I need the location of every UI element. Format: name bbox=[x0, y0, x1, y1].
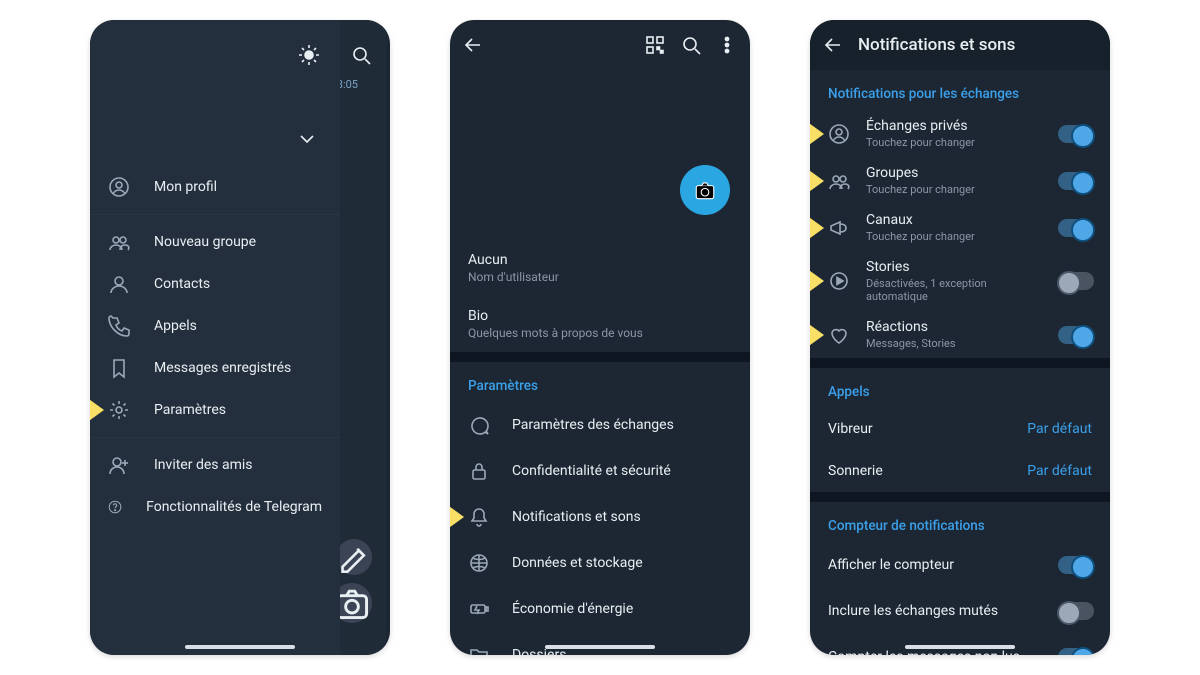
notif-channels[interactable]: CanauxTouchez pour changer bbox=[810, 204, 1110, 251]
user-icon bbox=[108, 273, 130, 295]
back-icon[interactable] bbox=[462, 34, 484, 56]
nav-bar-indicator bbox=[185, 645, 295, 649]
bell-icon bbox=[468, 506, 490, 528]
section-badge-counter: Compteur de notifications bbox=[810, 502, 1110, 542]
compose-button[interactable] bbox=[336, 539, 372, 575]
menu-contacts[interactable]: Contacts bbox=[90, 263, 340, 305]
username-row[interactable]: Aucun Nom d'utilisateur bbox=[450, 240, 750, 296]
notif-reactions[interactable]: RéactionsMessages, Stories bbox=[810, 311, 1110, 358]
toggle[interactable] bbox=[1058, 125, 1094, 143]
menu-my-profile[interactable]: Mon profil bbox=[90, 166, 340, 208]
callout-arrow-icon bbox=[810, 118, 826, 150]
callout-arrow-icon bbox=[450, 501, 466, 533]
callout-arrow-icon bbox=[810, 319, 826, 351]
toggle[interactable] bbox=[1058, 172, 1094, 190]
calls-ringtone[interactable]: SonneriePar défaut bbox=[810, 450, 1110, 492]
counter-include-muted[interactable]: Inclure les échanges mutés bbox=[810, 588, 1110, 634]
heart-icon bbox=[828, 324, 850, 346]
section-calls: Appels bbox=[810, 368, 1110, 408]
phone-settings: Aucun Nom d'utilisateur Bio Quelques mot… bbox=[450, 20, 750, 655]
play-circle-icon bbox=[828, 270, 850, 292]
callout-arrow-icon bbox=[810, 165, 826, 197]
section-settings-title: Paramètres bbox=[450, 362, 750, 402]
megaphone-icon bbox=[828, 217, 850, 239]
chat-icon bbox=[468, 414, 490, 436]
setting-folders[interactable]: Dossiers bbox=[450, 632, 750, 655]
qr-icon[interactable] bbox=[644, 34, 666, 56]
toggle[interactable] bbox=[1058, 219, 1094, 237]
menu-invite-friends[interactable]: Inviter des amis bbox=[90, 444, 340, 486]
menu-telegram-features[interactable]: Fonctionnalités de Telegram bbox=[90, 486, 340, 528]
bio-row[interactable]: Bio Quelques mots à propos de vous bbox=[450, 296, 750, 352]
folder-icon bbox=[468, 644, 490, 655]
callout-arrow-icon bbox=[90, 394, 106, 426]
chevron-down-icon[interactable] bbox=[296, 128, 318, 150]
lock-icon bbox=[468, 460, 490, 482]
phone-drawer: ✓08:05 Mon profil Nouveau groupe bbox=[90, 20, 390, 655]
toggle[interactable] bbox=[1058, 556, 1094, 574]
group-icon bbox=[828, 170, 850, 192]
theme-toggle-icon[interactable] bbox=[298, 44, 320, 66]
user-circle-icon bbox=[108, 176, 130, 198]
setting-privacy[interactable]: Confidentialité et sécurité bbox=[450, 448, 750, 494]
page-title: Notifications et sons bbox=[858, 35, 1015, 55]
setting-notifications[interactable]: Notifications et sons bbox=[450, 494, 750, 540]
battery-icon bbox=[468, 598, 490, 620]
setting-battery[interactable]: Économie d'énergie bbox=[450, 586, 750, 632]
menu-settings[interactable]: Paramètres bbox=[90, 389, 340, 431]
gear-icon bbox=[108, 399, 130, 421]
phone-icon bbox=[108, 315, 130, 337]
phone-notifications: Notifications et sons Notifications pour… bbox=[810, 20, 1110, 655]
section-chat-notifications: Notifications pour les échanges bbox=[810, 70, 1110, 110]
notif-groups[interactable]: GroupesTouchez pour changer bbox=[810, 157, 1110, 204]
toggle[interactable] bbox=[1058, 602, 1094, 620]
bookmark-icon bbox=[108, 357, 130, 379]
more-icon[interactable] bbox=[716, 34, 738, 56]
setting-chats[interactable]: Paramètres des échanges bbox=[450, 402, 750, 448]
data-icon bbox=[468, 552, 490, 574]
callout-arrow-icon bbox=[810, 212, 826, 244]
nav-bar-indicator bbox=[905, 645, 1015, 649]
menu-saved-messages[interactable]: Messages enregistrés bbox=[90, 347, 340, 389]
add-user-icon bbox=[108, 454, 130, 476]
set-photo-button[interactable] bbox=[680, 165, 730, 215]
callout-arrow-icon bbox=[810, 265, 826, 297]
menu-calls[interactable]: Appels bbox=[90, 305, 340, 347]
help-icon bbox=[108, 496, 122, 518]
search-icon[interactable] bbox=[680, 34, 702, 56]
search-icon[interactable] bbox=[350, 44, 372, 66]
group-icon bbox=[108, 231, 130, 253]
nav-bar-indicator bbox=[545, 645, 655, 649]
user-circle-icon bbox=[828, 123, 850, 145]
toggle[interactable] bbox=[1058, 326, 1094, 344]
calls-vibrate[interactable]: VibreurPar défaut bbox=[810, 408, 1110, 450]
toggle[interactable] bbox=[1058, 648, 1094, 655]
counter-show[interactable]: Afficher le compteur bbox=[810, 542, 1110, 588]
toggle[interactable] bbox=[1058, 272, 1094, 290]
setting-data-storage[interactable]: Données et stockage bbox=[450, 540, 750, 586]
notif-stories[interactable]: StoriesDésactivées, 1 exception automati… bbox=[810, 251, 1110, 311]
menu-new-group[interactable]: Nouveau groupe bbox=[90, 221, 340, 263]
back-icon[interactable] bbox=[822, 34, 844, 56]
notif-private-chats[interactable]: Échanges privésTouchez pour changer bbox=[810, 110, 1110, 157]
